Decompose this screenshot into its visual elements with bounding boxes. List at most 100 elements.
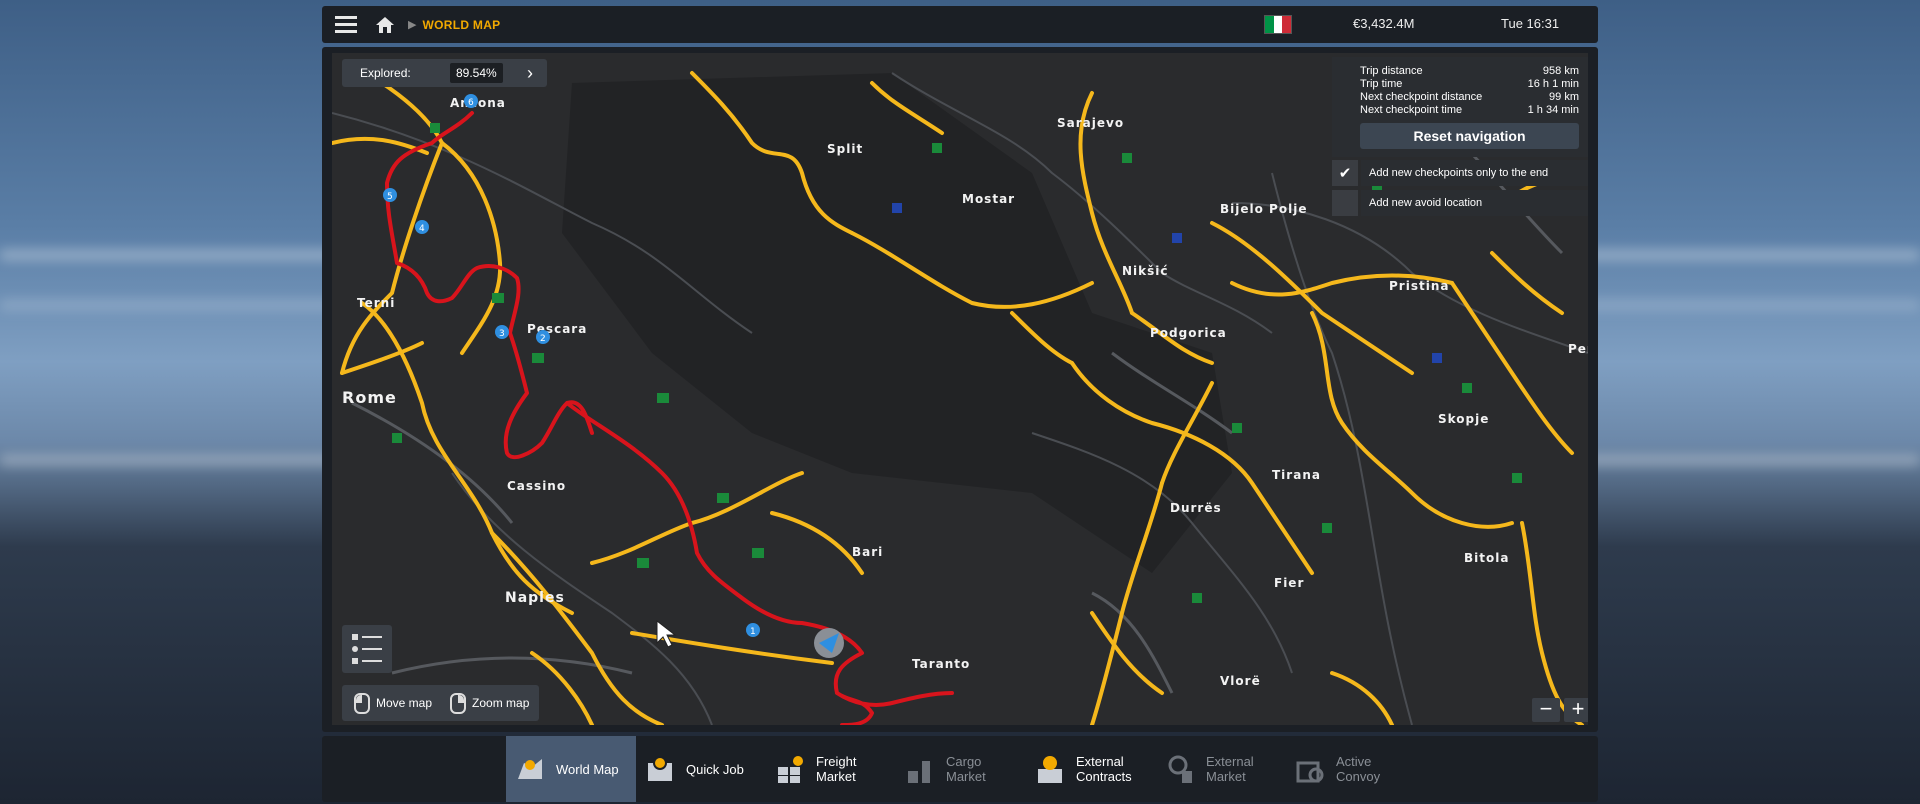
city-fier: Fier (1274, 576, 1304, 590)
city-ancona: Ancona (450, 96, 506, 110)
tab-label: Active (1336, 754, 1372, 769)
waypoint-pin-1-icon: 1 (746, 623, 760, 637)
tab-freight-market[interactable]: Freight Market (774, 736, 884, 802)
city-niksic: Nikšić (1122, 264, 1169, 278)
mouse-hints: Move map Zoom map (342, 685, 539, 721)
city-cassino: Cassino (507, 479, 566, 493)
zoom-in-button[interactable]: + (1564, 698, 1588, 722)
reset-navigation-button[interactable]: Reset navigation (1360, 123, 1579, 149)
zoom-map-hint: Zoom map (450, 692, 529, 714)
waypoint-pin-5-icon: 5 (383, 188, 397, 202)
city-podgorica: Podgorica (1150, 326, 1227, 340)
svg-text:4: 4 (419, 224, 425, 234)
waypoint-pin-3-icon: 3 (495, 325, 509, 339)
highway-shield-icon (532, 353, 544, 363)
tab-label: Convoy (1336, 769, 1381, 784)
city-tirana: Tirana (1272, 468, 1321, 482)
company-icon (430, 123, 440, 133)
company-icon (1462, 383, 1472, 393)
country-flag-icon (1264, 15, 1292, 34)
quick-job-icon (648, 756, 672, 781)
company-icon (1192, 593, 1202, 603)
trip-value: 99 km (1549, 91, 1579, 103)
option-label: Add new checkpoints only to the end (1361, 160, 1588, 186)
top-bar: ▶ WORLD MAP €3,432.4M Tue 16:31 (322, 6, 1598, 43)
trip-row-checkpoint-distance: Next checkpoint distance 99 km (1360, 91, 1579, 104)
active-convoy-icon (1296, 761, 1324, 783)
highway-shield-icon (717, 493, 729, 503)
tab-label: Market (816, 769, 856, 784)
world-map-icon (518, 759, 542, 779)
legend-list-icon (352, 634, 382, 664)
tab-label: Market (946, 769, 986, 784)
explored-expand-chevron-icon[interactable]: › (527, 63, 533, 84)
city-split: Split (827, 142, 863, 156)
company-icon (892, 203, 902, 213)
option-checkpoints-end[interactable]: ✔ Add new checkpoints only to the end (1332, 159, 1588, 187)
company-icon (1512, 473, 1522, 483)
city-vlore: Vlorë (1220, 674, 1261, 688)
external-market-icon (1168, 755, 1192, 783)
tab-external-contracts[interactable]: External Contracts (1034, 736, 1154, 802)
tab-external-market[interactable]: External Market (1164, 736, 1274, 802)
company-icon (392, 433, 402, 443)
city-rome: Rome (342, 388, 397, 407)
menu-button[interactable] (322, 6, 370, 43)
tab-label: World Map (556, 761, 619, 777)
city-sarajevo: Sarajevo (1057, 116, 1124, 130)
checkbox-unchecked-icon[interactable] (1332, 190, 1358, 216)
company-icon (1122, 153, 1132, 163)
highway-shield-icon (657, 393, 669, 403)
game-time: Tue 16:31 (1501, 16, 1560, 31)
mouse-left-icon (354, 692, 370, 714)
city-pescara: Pescara (527, 322, 587, 336)
move-map-label: Move map (376, 696, 433, 710)
home-icon (376, 16, 394, 33)
mouse-wheel-icon (450, 692, 467, 714)
city-terni: Terni (357, 296, 395, 310)
svg-text:5: 5 (387, 192, 393, 202)
mouse-cursor-icon (656, 619, 677, 648)
tab-world-map[interactable]: World Map (506, 736, 636, 802)
explored-panel: Explored: 89.54% › (342, 59, 547, 87)
waypoint-pin-4-icon: 4 (415, 220, 429, 234)
highway-shield-icon (752, 548, 764, 558)
flag-stripe-white (1273, 16, 1283, 33)
city-bijelo-polje: Bijelo Polje (1220, 202, 1307, 216)
flag-stripe-green (1265, 16, 1274, 33)
trip-value: 958 km (1542, 65, 1579, 77)
map-legend-button[interactable] (342, 625, 392, 673)
city-per: Per (1568, 342, 1588, 356)
trip-label: Next checkpoint distance (1360, 91, 1483, 103)
zoom-controls: − + (1532, 698, 1588, 722)
world-map[interactable]: Ancona Terni Pescara Rome Cassino Naples… (332, 53, 1588, 725)
explored-label: Explored: (360, 66, 411, 80)
svg-text:3: 3 (499, 329, 505, 339)
tab-active-convoy[interactable]: Active Convoy (1294, 736, 1404, 802)
city-skopje: Skopje (1438, 412, 1489, 426)
trip-row-time: Trip time 16 h 1 min (1360, 78, 1579, 91)
svg-text:1: 1 (750, 627, 756, 637)
tab-label: Contracts (1076, 769, 1132, 784)
option-avoid-location[interactable]: Add new avoid location (1332, 189, 1588, 217)
home-button[interactable] (370, 6, 400, 43)
highway-shield-icon (637, 558, 649, 568)
svg-text:6: 6 (468, 98, 474, 108)
game-ui: ▶ WORLD MAP €3,432.4M Tue 16:31 Ancona T… (322, 6, 1598, 802)
breadcrumb-chevron-icon: ▶ (408, 19, 417, 31)
company-icon (1172, 233, 1182, 243)
tab-label: External (1076, 754, 1124, 769)
city-bari: Bari (852, 545, 883, 559)
city-durres: Durrës (1170, 501, 1222, 515)
freight-market-icon (778, 756, 803, 783)
svg-text:2: 2 (540, 334, 546, 344)
tab-cargo-market[interactable]: Cargo Market (904, 736, 1014, 802)
tab-quick-job[interactable]: Quick Job (644, 736, 754, 802)
city-bitola: Bitola (1464, 551, 1509, 565)
zoom-out-button[interactable]: − (1532, 698, 1560, 722)
checkbox-checked-icon[interactable]: ✔ (1332, 160, 1358, 186)
tab-label: External (1206, 754, 1254, 769)
breadcrumb-world-map[interactable]: WORLD MAP (422, 18, 500, 32)
sea-area (562, 73, 1232, 573)
city-naples: Naples (505, 590, 565, 606)
